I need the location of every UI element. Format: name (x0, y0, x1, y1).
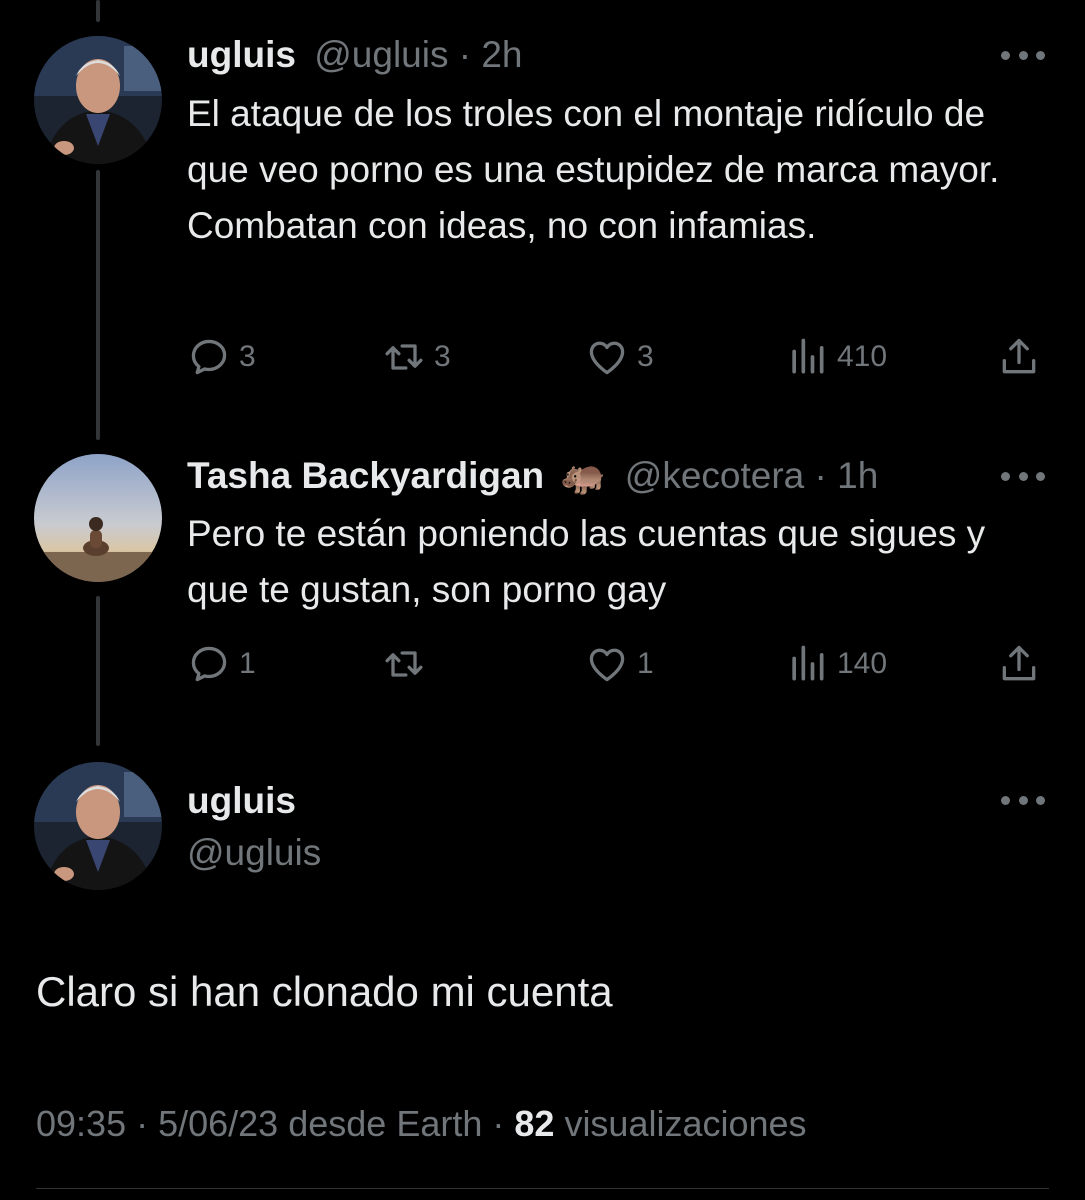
tweet-text: Pero te están poniendo las cuentas que s… (187, 513, 986, 610)
divider (36, 1188, 1049, 1189)
avatar[interactable] (34, 762, 162, 890)
retweet-button[interactable]: 3 (382, 332, 451, 382)
thread-line-top (96, 0, 100, 22)
views-count: 140 (837, 647, 888, 680)
separator-dot: · (804, 455, 838, 496)
reply-icon (191, 646, 227, 682)
retweet-icon (385, 344, 423, 370)
views-count: 82 (514, 1103, 555, 1144)
views-label: visualizaciones (564, 1103, 807, 1144)
heart-icon (589, 648, 625, 682)
more-icon[interactable] (1001, 48, 1045, 62)
author-handle[interactable]: @ugluis (314, 34, 448, 75)
tweet-header: Tasha Backyardigan 🦛 @kecotera · 1h (187, 455, 878, 498)
tweet-actions: 1 1 140 (187, 639, 1047, 689)
like-button[interactable]: 1 (585, 639, 654, 689)
like-button[interactable]: 3 (585, 332, 654, 382)
tweet-source: desde Earth (288, 1103, 483, 1144)
thread-line-1 (96, 170, 100, 440)
author-name[interactable]: Tasha Backyardigan (187, 455, 544, 496)
views-button[interactable]: 410 (785, 332, 887, 382)
author-handle[interactable]: @ugluis (187, 832, 321, 874)
views-count: 410 (837, 340, 888, 373)
views-icon (792, 338, 824, 374)
views-button[interactable]: 140 (785, 639, 887, 689)
tweet-date[interactable]: 5/06/23 (158, 1103, 278, 1144)
tweet-metadata: 09:35 · 5/06/23 desde Earth · 82 visuali… (36, 1103, 807, 1145)
tweet-text: El ataque de los troles con el montaje r… (187, 93, 1000, 246)
retweet-button[interactable] (382, 639, 434, 689)
views-icon (792, 645, 824, 681)
like-count: 1 (637, 647, 654, 680)
more-icon[interactable] (1001, 793, 1045, 807)
tweet-time[interactable]: 1h (837, 455, 878, 496)
avatar[interactable] (34, 454, 162, 582)
thread-line-2 (96, 596, 100, 746)
separator-dot: · (482, 1103, 515, 1144)
share-button[interactable] (997, 639, 1041, 689)
retweet-count: 3 (434, 340, 451, 373)
author-name[interactable]: ugluis (187, 780, 296, 822)
reply-count: 3 (239, 340, 256, 373)
avatar[interactable] (34, 36, 162, 164)
share-icon (1002, 338, 1036, 374)
separator-dot: · (126, 1103, 159, 1144)
tweet-time[interactable]: 09:35 (36, 1103, 126, 1144)
retweet-icon (385, 651, 423, 677)
tweet-time[interactable]: 2h (481, 34, 522, 75)
more-icon[interactable] (1001, 469, 1045, 483)
tweet-actions: 3 3 3 410 (187, 332, 1047, 382)
tweet-header: ugluis @ugluis · 2h (187, 34, 523, 76)
hippo-emoji: 🦛 (560, 455, 607, 496)
reply-button[interactable]: 1 (187, 639, 256, 689)
share-icon (1002, 645, 1036, 681)
author-name[interactable]: ugluis (187, 34, 296, 75)
heart-icon (589, 341, 625, 375)
reply-count: 1 (239, 647, 256, 680)
author-handle[interactable]: @kecotera (625, 455, 804, 496)
separator-dot: · (448, 34, 482, 75)
share-button[interactable] (997, 332, 1041, 382)
reply-icon (191, 339, 227, 375)
main-tweet-text: Claro si han clonado mi cuenta (36, 968, 613, 1015)
like-count: 3 (637, 340, 654, 373)
reply-button[interactable]: 3 (187, 332, 256, 382)
